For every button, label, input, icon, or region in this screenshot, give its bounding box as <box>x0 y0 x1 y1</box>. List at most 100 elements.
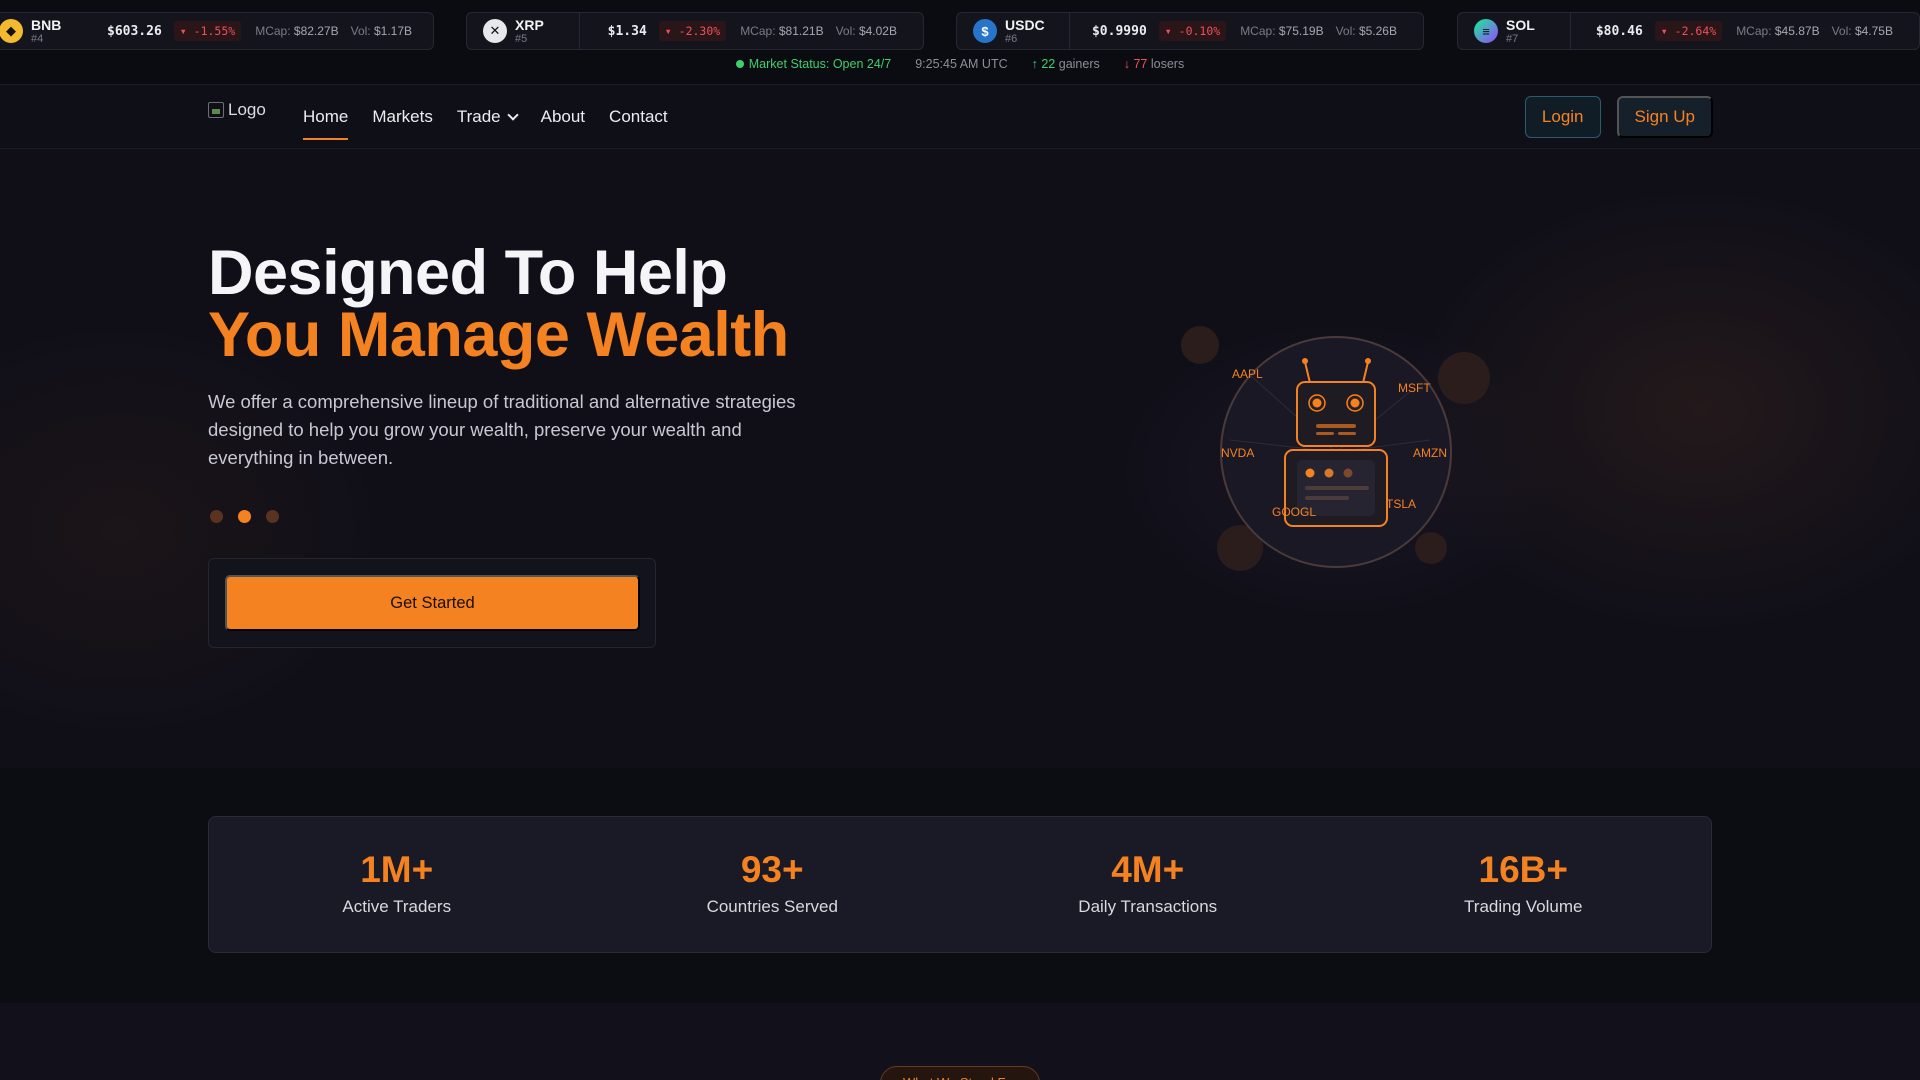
nav-links: Home Markets Trade About Contact <box>303 86 668 148</box>
xrp-coin-icon: ✕ <box>483 19 507 43</box>
market-ticker: ◆ BNB #4 $603.26 ▾ -1.55% MCap: $82.27B … <box>0 0 1920 85</box>
status-dot-icon <box>735 60 744 68</box>
coin-rank: #6 <box>1005 32 1018 45</box>
ticker-card-bnb[interactable]: ◆ BNB #4 $603.26 ▾ -1.55% MCap: $82.27B … <box>0 12 434 50</box>
stat-value: 1M+ <box>360 849 434 890</box>
market-cap: MCap: $75.19B <box>1240 24 1323 38</box>
stat-value: 93+ <box>740 849 804 890</box>
gainers-count: ↑ 22 gainers <box>1032 57 1100 71</box>
price-change-badge: ▾ -0.10% <box>1158 21 1227 41</box>
ticker-card-usdc[interactable]: $ USDC #6 $0.9990 ▾ -0.10% MCap: $75.19B… <box>956 12 1424 50</box>
nav-link-trade-label: Trade <box>456 107 501 126</box>
volume: Vol: $4.75B <box>1832 24 1893 38</box>
divider <box>1069 12 1070 50</box>
carousel-dot[interactable] <box>210 510 223 523</box>
market-cap: MCap: $45.87B <box>1736 24 1819 38</box>
nav-link-markets[interactable]: Markets <box>372 86 432 148</box>
stats-card: 1M+ Active Traders 93+ Countries Served … <box>208 816 1712 953</box>
coin-id: USDC #6 <box>1005 17 1065 46</box>
price-change-badge: ▾ -1.55% <box>173 21 242 41</box>
label-tsla: TSLA <box>1386 497 1416 511</box>
nav-link-home[interactable]: Home <box>303 86 349 148</box>
login-button[interactable]: Login <box>1524 96 1601 138</box>
stat-label: Daily Transactions <box>1078 897 1218 916</box>
coin-symbol: BNB <box>31 16 62 33</box>
market-cap: MCap: $82.27B <box>255 24 338 38</box>
coin-price: $80.46 <box>1595 23 1643 39</box>
carousel-dot-active[interactable] <box>238 510 251 523</box>
mcap-value: $45.87B <box>1774 24 1820 38</box>
volume: Vol: $5.26B <box>1336 24 1397 38</box>
nav-link-about[interactable]: About <box>541 86 585 148</box>
coin-id: SOL #7 <box>1506 17 1566 46</box>
coin-rank: #4 <box>31 32 44 45</box>
stat-trading-volume: 16B+ Trading Volume <box>1336 817 1712 952</box>
usdc-coin-icon: $ <box>973 19 997 43</box>
coin-rank: #7 <box>1506 32 1519 45</box>
sol-coin-icon: ≡ <box>1474 19 1498 43</box>
hero-title-line2: You Manage Wealth <box>208 300 789 370</box>
logo-alt-text: Logo <box>228 100 266 119</box>
carousel-dots <box>210 510 279 523</box>
losers-label: losers <box>1150 57 1185 71</box>
stat-daily-transactions: 4M+ Daily Transactions <box>960 817 1336 952</box>
broken-image-icon <box>208 102 224 118</box>
losers-number: 77 <box>1133 57 1148 71</box>
get-started-button[interactable]: Get Started <box>225 575 640 631</box>
vol-label: Vol: <box>1831 24 1852 38</box>
decor-bubble <box>1181 326 1219 364</box>
coin-id: XRP #5 <box>515 17 575 46</box>
stat-value: 4M+ <box>1111 849 1185 890</box>
market-status-text: Market Status: Open 24/7 <box>748 57 892 71</box>
mcap-label: MCap: <box>1736 24 1772 38</box>
losers-count: ↓ 77 losers <box>1124 57 1184 71</box>
vol-label: Vol: <box>835 24 856 38</box>
nav-link-contact[interactable]: Contact <box>609 86 668 148</box>
volume: Vol: $4.02B <box>836 24 897 38</box>
coin-price: $603.26 <box>107 23 162 39</box>
coin-rank: #5 <box>515 32 528 45</box>
mcap-label: MCap: <box>1240 24 1276 38</box>
label-nvda: NVDA <box>1221 446 1254 460</box>
vol-value: $4.75B <box>1854 24 1893 38</box>
site-logo[interactable]: Logo <box>208 100 266 120</box>
ticker-track: ◆ BNB #4 $603.26 ▾ -1.55% MCap: $82.27B … <box>0 12 1920 50</box>
trading-robot-illustration: AAPL MSFT NVDA AMZN TSLA GOOGL <box>1181 326 1490 571</box>
divider <box>579 12 580 50</box>
decor-bubble <box>1438 352 1490 404</box>
ticker-card-xrp[interactable]: ✕ XRP #5 $1.34 ▾ -2.30% MCap: $81.21B Vo… <box>466 12 924 50</box>
robot-icon <box>1284 358 1388 527</box>
stat-countries-served: 93+ Countries Served <box>585 817 961 952</box>
vol-value: $4.02B <box>858 24 897 38</box>
mcap-value: $75.19B <box>1278 24 1324 38</box>
hero-section: Designed To Help You Manage Wealth We of… <box>0 150 1920 768</box>
nav-link-trade[interactable]: Trade <box>456 86 519 148</box>
hero-title: Designed To Help You Manage Wealth <box>208 242 789 370</box>
coin-symbol: USDC <box>1005 16 1045 33</box>
market-status-bar: Market Status: Open 24/7 9:25:45 AM UTC … <box>0 55 1920 73</box>
signup-button[interactable]: Sign Up <box>1616 96 1713 138</box>
price-change-badge: ▾ -2.30% <box>658 21 727 41</box>
stat-value: 16B+ <box>1478 849 1568 890</box>
mcap-label: MCap: <box>255 24 291 38</box>
ticker-card-sol[interactable]: ≡ SOL #7 $80.46 ▾ -2.64% MCap: $45.87B V… <box>1457 12 1920 50</box>
mcap-value: $81.21B <box>778 24 824 38</box>
hero-description: We offer a comprehensive lineup of tradi… <box>208 391 796 468</box>
price-change-badge: ▾ -2.64% <box>1654 21 1723 41</box>
coin-id: BNB #4 <box>31 17 91 46</box>
vol-value: $1.17B <box>373 24 413 38</box>
stats-section: 1M+ Active Traders 93+ Countries Served … <box>0 768 1920 1003</box>
carousel-dot[interactable] <box>266 510 279 523</box>
decor-bubble <box>1415 532 1447 564</box>
coin-symbol: SOL <box>1506 16 1535 33</box>
volume: Vol: $1.17B <box>351 24 412 38</box>
market-status: Market Status: Open 24/7 <box>735 57 892 71</box>
price-change-value: -0.10% <box>1178 24 1221 38</box>
price-change-value: -2.30% <box>678 24 721 38</box>
stat-label: Active Traders <box>342 897 452 916</box>
mcap-label: MCap: <box>740 24 776 38</box>
label-googl: GOOGL <box>1272 505 1316 519</box>
stat-label: Trading Volume <box>1464 897 1583 916</box>
stat-active-traders: 1M+ Active Traders <box>209 817 585 952</box>
price-change-value: -2.64% <box>1674 24 1717 38</box>
